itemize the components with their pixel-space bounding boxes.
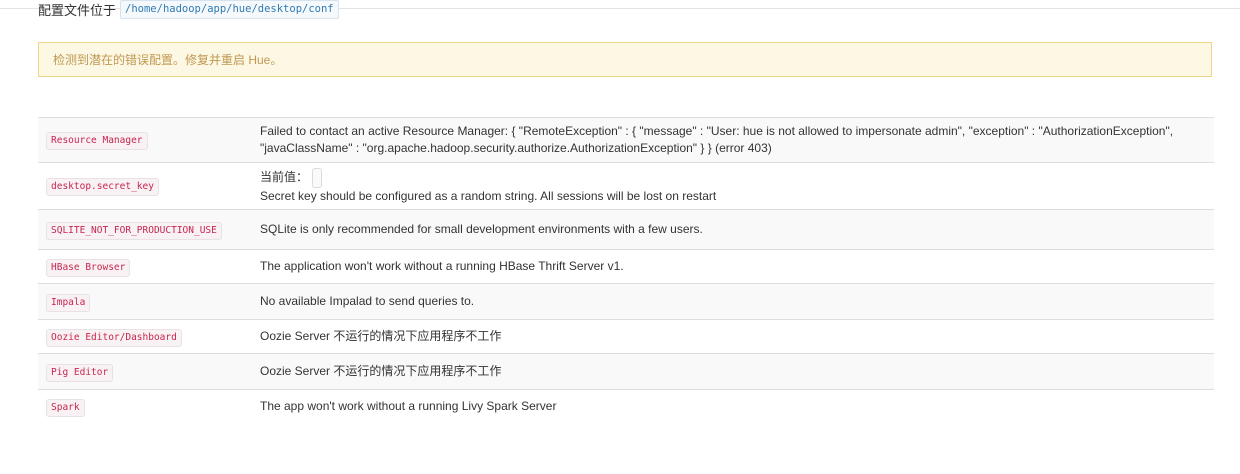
- config-key-impala: Impala: [46, 293, 91, 312]
- config-location-label: 配置文件位于: [38, 2, 117, 18]
- config-key-pig-editor: Pig Editor: [46, 363, 114, 382]
- table-row: Oozie Editor/Dashboard Oozie Server 不运行的…: [38, 319, 1214, 354]
- config-check-table: Resource Manager Failed to contact an ac…: [38, 117, 1214, 424]
- check-message: Oozie Server 不运行的情况下应用程序不工作: [260, 329, 502, 343]
- misconfiguration-alert: 检测到潜在的错误配置。修复并重启 Hue。: [38, 42, 1212, 77]
- config-key-secret-key: desktop.secret_key: [46, 178, 159, 196]
- check-message: Oozie Server 不运行的情况下应用程序不工作: [260, 364, 502, 378]
- config-location: 配置文件位于 /home/hadoop/app/hue/desktop/conf: [38, 0, 339, 22]
- table-row: Pig Editor Oozie Server 不运行的情况下应用程序不工作: [38, 353, 1214, 390]
- config-path: /home/hadoop/app/hue/desktop/conf: [120, 0, 339, 19]
- config-key-oozie-editor: Oozie Editor/Dashboard: [46, 328, 182, 347]
- config-key-resource-manager: Resource Manager: [46, 132, 148, 150]
- config-key-hbase-browser: HBase Browser: [46, 258, 131, 277]
- table-row: Spark The app won't work without a runni…: [38, 389, 1214, 424]
- table-row: Resource Manager Failed to contact an ac…: [38, 117, 1214, 163]
- config-key-sqlite: SQLITE_NOT_FOR_PRODUCTION_USE: [46, 221, 222, 240]
- check-message: Failed to contact an active Resource Man…: [260, 124, 1174, 155]
- table-row: HBase Browser The application won't work…: [38, 249, 1214, 284]
- current-value-box: [312, 167, 323, 188]
- config-key-spark: Spark: [46, 398, 85, 417]
- config-check-page: 配置文件位于 /home/hadoop/app/hue/desktop/conf…: [0, 0, 1240, 474]
- check-message: SQLite is only recommended for small dev…: [260, 222, 703, 236]
- check-message: The app won't work without a running Liv…: [260, 399, 557, 414]
- table-row: desktop.secret_key 当前值： Secret key shoul…: [38, 162, 1214, 210]
- check-message: Secret key should be configured as a ran…: [260, 188, 717, 203]
- current-value-label: 当前值：: [260, 170, 309, 184]
- table-row: SQLITE_NOT_FOR_PRODUCTION_USE SQLite is …: [38, 209, 1214, 250]
- check-message: The application won't work without a run…: [260, 259, 624, 273]
- check-message: No available Impalad to send queries to.: [260, 294, 475, 308]
- current-value-line: 当前值：: [260, 167, 1194, 188]
- table-row: Impala No available Impalad to send quer…: [38, 283, 1214, 320]
